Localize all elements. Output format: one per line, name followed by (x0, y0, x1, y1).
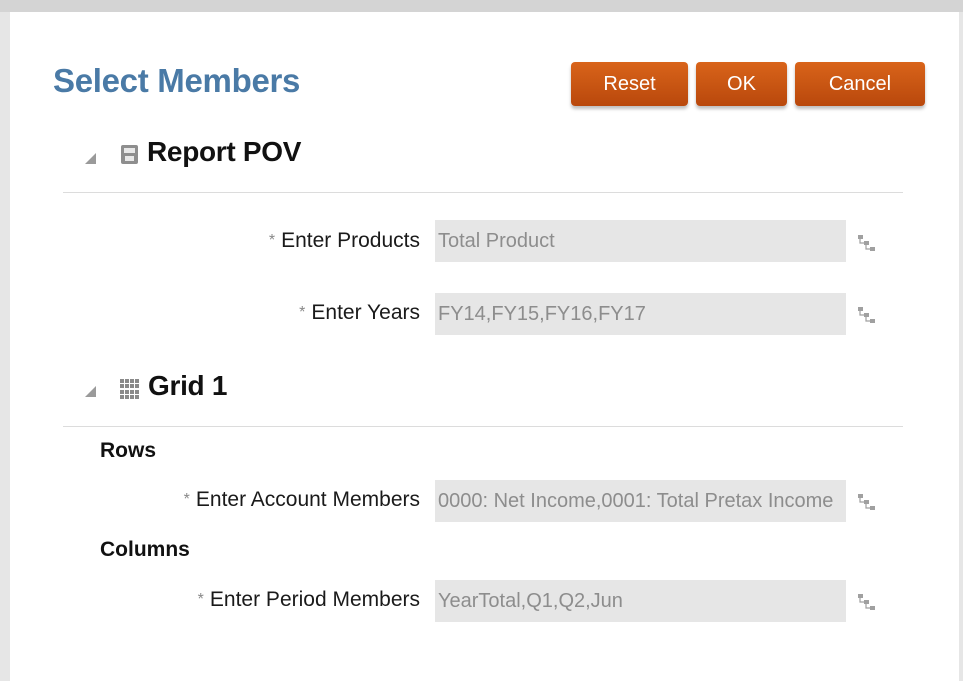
grid-title: Grid 1 (148, 370, 228, 401)
grid-icon (120, 379, 140, 399)
account-members-label: * Enter Account Members (183, 488, 420, 511)
section-divider (63, 192, 903, 193)
member-selector-icon[interactable] (856, 304, 878, 326)
select-members-dialog: Select Members Reset OK Cancel Report PO… (10, 12, 959, 681)
rows-heading: Rows (100, 439, 157, 462)
required-marker: * (268, 232, 276, 249)
member-selector-icon[interactable] (856, 232, 878, 254)
window-top-border (0, 0, 963, 12)
member-selector-icon[interactable] (856, 491, 878, 513)
required-marker: * (197, 591, 204, 608)
collapse-triangle-icon[interactable] (85, 153, 96, 164)
products-label: * Enter Products (268, 229, 420, 252)
report-pov-title: Report POV (147, 136, 302, 167)
collapse-triangle-icon[interactable] (85, 386, 96, 397)
ok-button[interactable]: OK (696, 62, 787, 106)
cancel-button[interactable]: Cancel (795, 62, 925, 106)
member-selector-icon[interactable] (856, 591, 878, 613)
columns-heading: Columns (100, 538, 190, 561)
window-left-border (0, 12, 10, 681)
account-members-input[interactable] (435, 480, 846, 522)
years-input[interactable] (435, 293, 846, 335)
period-members-input[interactable] (435, 580, 846, 622)
report-pov-icon (121, 145, 138, 164)
window-right-border (959, 12, 963, 681)
dialog-title: Select Members (53, 62, 301, 99)
reset-button[interactable]: Reset (571, 62, 688, 106)
required-marker: * (183, 491, 190, 508)
required-marker: * (299, 304, 306, 321)
period-members-label: * Enter Period Members (197, 588, 420, 611)
section-divider (63, 426, 903, 427)
years-label: * Enter Years (299, 301, 420, 324)
products-input[interactable] (435, 220, 846, 262)
